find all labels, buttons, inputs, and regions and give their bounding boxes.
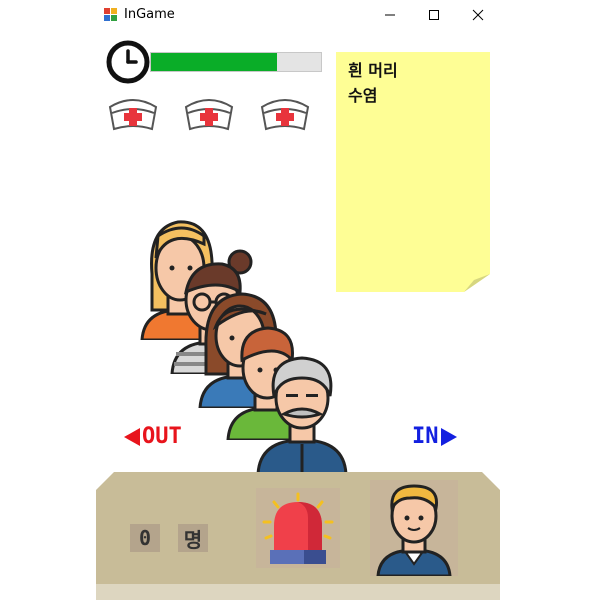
- in-button[interactable]: IN: [412, 424, 457, 449]
- counter-unit: 명: [178, 524, 208, 552]
- window-title: InGame: [124, 7, 175, 22]
- right-arrow-icon: [440, 427, 457, 446]
- out-button[interactable]: OUT: [124, 424, 182, 449]
- note-text: 흰 머리 수염: [348, 58, 398, 108]
- maximize-button[interactable]: [412, 0, 456, 30]
- title-bar: InGame: [96, 0, 500, 30]
- close-icon: [472, 9, 484, 21]
- man-avatar-icon: [376, 484, 452, 578]
- nurse-cap-icon: [260, 99, 310, 131]
- minimize-icon: [385, 14, 395, 16]
- out-label: OUT: [142, 424, 182, 449]
- nurse-cap-icon: [184, 99, 234, 131]
- timer-bar: [150, 52, 322, 72]
- in-label: IN: [412, 424, 439, 449]
- counter-value: 0: [130, 524, 160, 552]
- left-arrow-icon: [124, 427, 140, 446]
- app-icon: [104, 8, 117, 21]
- alarm-button[interactable]: [256, 488, 340, 568]
- person-old-man-mustache[interactable]: [254, 348, 350, 474]
- note-line: 수염: [348, 86, 378, 105]
- minimize-button[interactable]: [368, 0, 412, 30]
- game-window: InGame 흰 머리 수염 OUT IN 0 명: [96, 0, 500, 600]
- note-line: 흰 머리: [348, 61, 398, 80]
- maximize-icon: [429, 10, 439, 20]
- siren-icon: [262, 492, 334, 564]
- close-button[interactable]: [456, 0, 500, 30]
- nurse-cap-icon: [108, 99, 158, 131]
- clock-icon: [106, 40, 150, 84]
- timer-fill: [151, 53, 277, 71]
- inspector-avatar: [370, 480, 458, 578]
